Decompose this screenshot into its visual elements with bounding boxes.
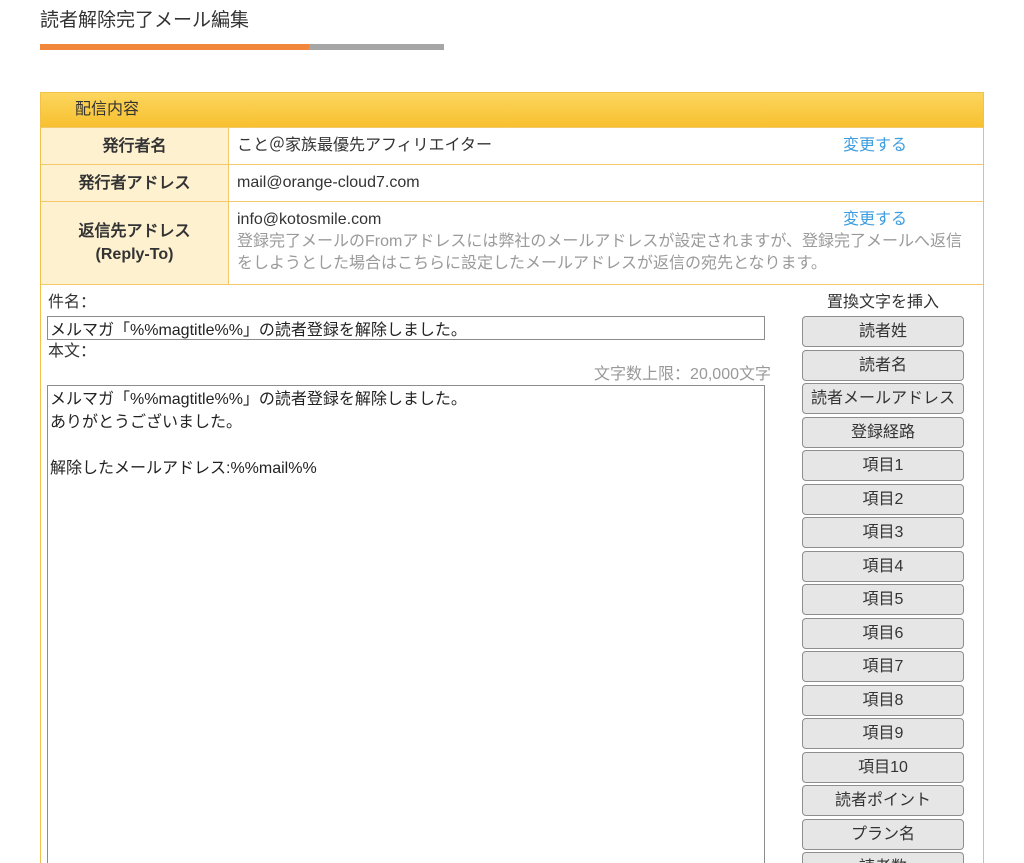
compose-area: 件名： 本文： 文字数上限：20,000文字 メルマガ「%%magtitle%%… (41, 284, 983, 863)
reply-to-note: 登録完了メールのFromアドレスには弊社のメールアドレスが設定されますが、登録完… (237, 233, 963, 272)
insert-field-1-button[interactable]: 項目1 (802, 450, 964, 481)
title-underline (40, 44, 444, 50)
body-label: 本文： (48, 343, 97, 360)
insert-reader-first-name-button[interactable]: 読者名 (802, 349, 964, 381)
sender-name-label: 発行者名 (41, 128, 229, 164)
insert-registration-route-button[interactable]: 登録経路 (802, 416, 964, 448)
insert-reader-points-button[interactable]: 読者ポイント (802, 785, 964, 816)
insert-field-6-button[interactable]: 項目6 (802, 617, 964, 649)
char-limit-note: 文字数上限：20,000文字 (594, 366, 771, 383)
change-sender-name-link[interactable]: 変更する (843, 128, 907, 164)
insert-reader-count-button[interactable]: 読者数 (802, 852, 964, 863)
page-title: 読者解除完了メール編集 (40, 10, 250, 31)
panel-header: 配信内容 (41, 93, 983, 127)
insert-field-8-button[interactable]: 項目8 (802, 684, 964, 716)
sender-name-cell: こと＠家族最優先アフィリエイター 変更する (229, 128, 983, 164)
insert-field-4-button[interactable]: 項目4 (802, 550, 964, 582)
reply-to-label: 返信先アドレス (Reply-To) (41, 202, 229, 284)
insert-plan-name-button[interactable]: プラン名 (802, 818, 964, 850)
insert-reader-email-button[interactable]: 読者メールアドレス (802, 383, 964, 414)
insert-field-2-button[interactable]: 項目2 (802, 483, 964, 515)
insert-placeholder-list: 読者姓 読者名 読者メールアドレス 登録経路 項目1 項目2 項目3 項目4 項… (802, 316, 964, 863)
insert-reader-last-name-button[interactable]: 読者姓 (802, 316, 964, 347)
reply-to-label-text: 返信先アドレス (78, 223, 191, 240)
sender-name-row: 発行者名 こと＠家族最優先アフィリエイター 変更する (41, 127, 983, 164)
body-textarea[interactable]: メルマガ「%%magtitle%%」の読者登録を解除しました。 ありがとうござい… (47, 385, 765, 863)
sender-address-row: 発行者アドレス mail@orange-cloud7.com (41, 164, 983, 201)
subject-label: 件名： (48, 294, 97, 311)
sender-address-label: 発行者アドレス (41, 165, 229, 201)
sender-address-cell: mail@orange-cloud7.com (229, 165, 983, 201)
insert-field-5-button[interactable]: 項目5 (802, 584, 964, 615)
sender-address-value: mail@orange-cloud7.com (237, 174, 420, 191)
insert-placeholder-title: 置換文字を挿入 (826, 294, 939, 311)
reply-to-cell: info@kotosmile.com 登録完了メールのFromアドレスには弊社の… (229, 202, 983, 284)
title-underline-rest (309, 44, 444, 50)
subject-input[interactable] (47, 316, 765, 340)
sender-address-label-text: 発行者アドレス (78, 174, 191, 192)
reply-to-label-sub: (Reply-To) (95, 246, 174, 263)
delivery-settings-panel: 配信内容 発行者名 こと＠家族最優先アフィリエイター 変更する 発行者アドレス … (40, 92, 984, 863)
insert-field-10-button[interactable]: 項目10 (802, 751, 964, 783)
insert-field-7-button[interactable]: 項目7 (802, 651, 964, 682)
change-reply-to-link[interactable]: 変更する (843, 209, 907, 231)
insert-field-3-button[interactable]: 項目3 (802, 517, 964, 548)
sender-name-label-text: 発行者名 (102, 137, 167, 155)
reply-to-row: 返信先アドレス (Reply-To) info@kotosmile.com 登録… (41, 201, 983, 284)
title-underline-accent (40, 44, 309, 50)
insert-field-9-button[interactable]: 項目9 (802, 718, 964, 749)
page: 読者解除完了メール編集 配信内容 発行者名 こと＠家族最優先アフィリエイター 変… (0, 0, 1024, 863)
